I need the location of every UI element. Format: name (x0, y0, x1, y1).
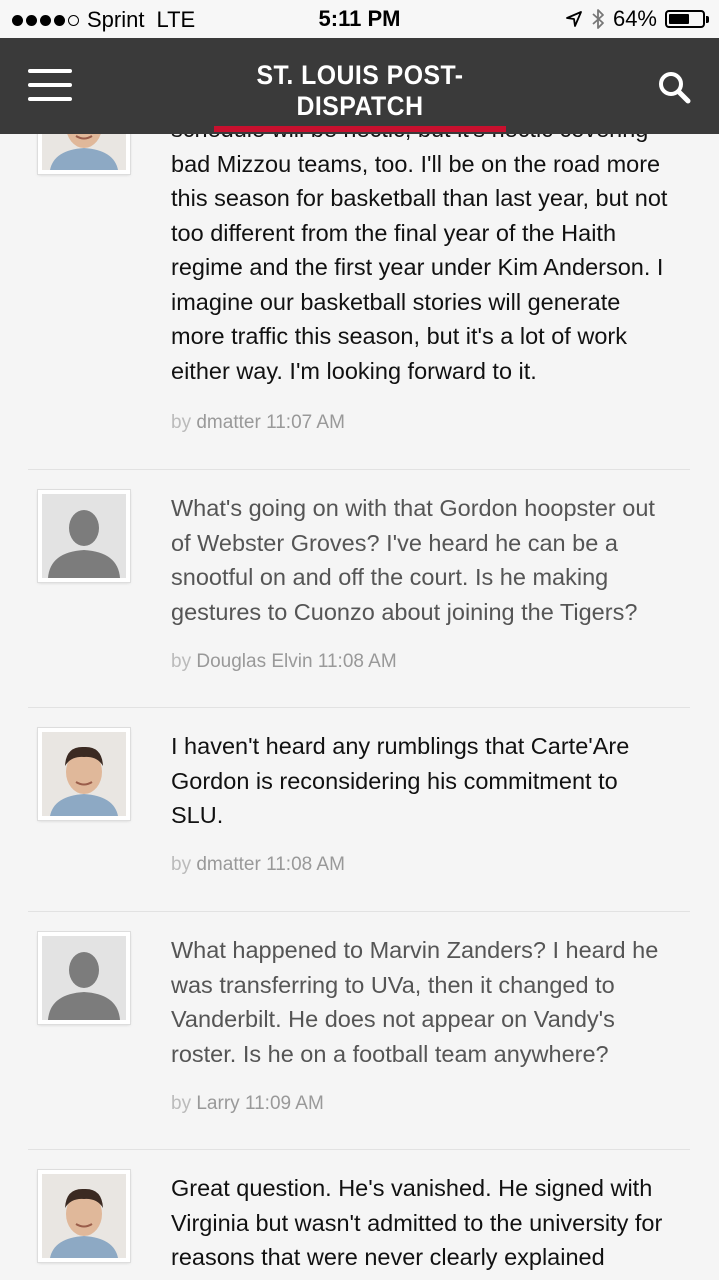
meta-by: by (171, 412, 192, 433)
battery-percent: 64% (612, 6, 657, 31)
generic-avatar-icon (38, 490, 130, 582)
post-question: What's going on with that Gordon hoopste… (28, 490, 690, 690)
meta-by: by (171, 1093, 192, 1114)
site-logo[interactable]: ST. LOUIS POST-DISPATCH (214, 60, 506, 132)
battery-icon (665, 10, 709, 28)
bluetooth-icon (592, 9, 604, 29)
author-avatar (38, 1170, 130, 1262)
post-answer: schedule will be hectic, but it's hectic… (28, 82, 690, 452)
post-text: Great question. He's vanished. He signed… (171, 1175, 663, 1270)
meta-time: 11:08 AM (266, 854, 345, 875)
meta-time: 11:08 AM (317, 651, 397, 672)
divider (28, 1149, 690, 1150)
post-meta: by dmatter 11:07 AM (171, 412, 345, 434)
meta-by: by (171, 651, 192, 672)
divider (28, 469, 690, 470)
meta-author: Larry (196, 1093, 240, 1114)
post-answer: Great question. He's vanished. He signed… (28, 1170, 690, 1280)
post-question: What happened to Marvin Zanders? I heard… (28, 932, 690, 1132)
meta-author: Douglas Elvin (196, 651, 313, 672)
meta-time: 11:09 AM (244, 1093, 324, 1114)
hamburger-menu-icon[interactable] (28, 69, 72, 103)
generic-avatar-icon (38, 932, 130, 1024)
post-text: What's going on with that Gordon hoopste… (171, 495, 655, 625)
divider (28, 911, 690, 912)
meta-time: 11:07 AM (266, 412, 345, 433)
post-meta: by dmatter 11:08 AM (171, 854, 345, 876)
status-bar: Sprint LTE 5:11 PM 64% (0, 0, 719, 38)
post-meta: by Larry 11:09 AM (171, 1093, 324, 1115)
logo-text: ST. LOUIS POST-DISPATCH (256, 60, 464, 121)
post-answer: I haven't heard any rumblings that Carte… (28, 728, 690, 898)
meta-author: dmatter (196, 854, 261, 875)
location-arrow-icon (566, 11, 582, 27)
meta-author: dmatter (196, 412, 261, 433)
post-meta: by Douglas Elvin 11:08 AM (171, 651, 397, 673)
author-avatar (38, 728, 130, 820)
post-text: What happened to Marvin Zanders? I heard… (171, 937, 659, 1067)
post-text: I haven't heard any rumblings that Carte… (171, 733, 630, 828)
search-icon[interactable] (657, 70, 691, 104)
divider (28, 707, 690, 708)
meta-by: by (171, 854, 192, 875)
app-header: ST. LOUIS POST-DISPATCH (0, 38, 719, 134)
post-text: schedule will be hectic, but it's hectic… (171, 116, 668, 384)
chat-feed[interactable]: schedule will be hectic, but it's hectic… (0, 0, 719, 1280)
logo-underline (214, 126, 506, 132)
